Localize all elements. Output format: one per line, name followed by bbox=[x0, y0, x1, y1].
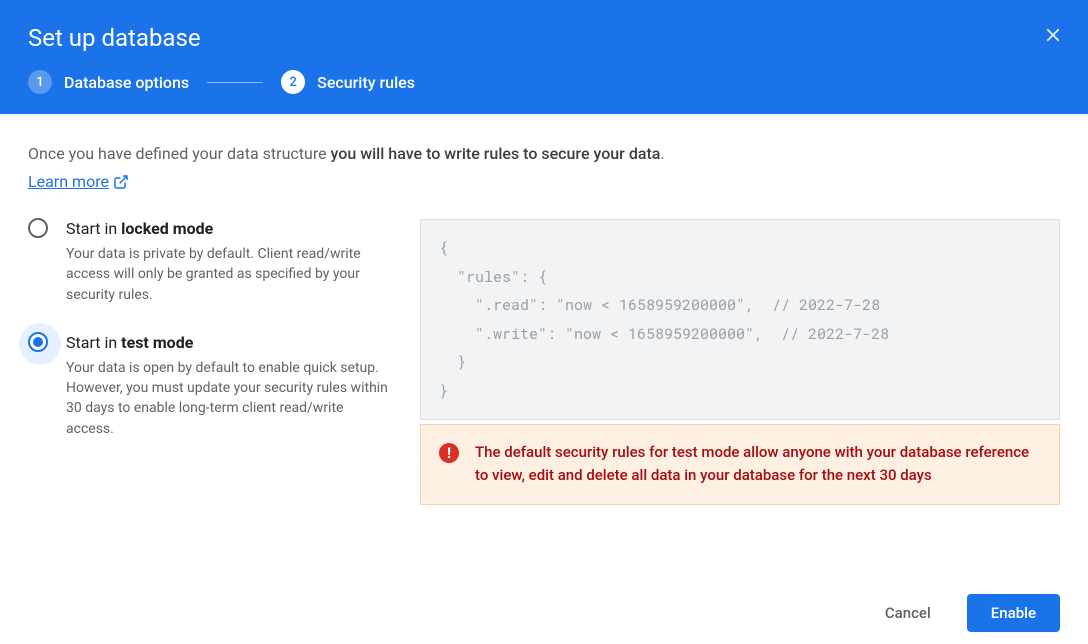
radio-wrap bbox=[28, 218, 52, 242]
option-title: Start in locked mode bbox=[66, 219, 388, 238]
title-prefix: Start in bbox=[66, 333, 121, 352]
option-title: Start in test mode bbox=[66, 333, 388, 352]
stepper: 1 Database options 2 Security rules bbox=[28, 70, 1060, 94]
option-text: Start in locked mode Your data is privat… bbox=[66, 219, 388, 305]
learn-more-link[interactable]: Learn more bbox=[28, 172, 129, 191]
warning-text: The default security rules for test mode… bbox=[475, 441, 1041, 488]
option-test-mode[interactable]: Start in test mode Your data is open by … bbox=[28, 333, 388, 439]
step-label: Security rules bbox=[317, 73, 415, 92]
learn-more-label: Learn more bbox=[28, 172, 109, 191]
title-bold: test mode bbox=[121, 333, 193, 352]
step-number: 1 bbox=[28, 70, 52, 94]
warning-icon: ! bbox=[439, 443, 459, 463]
close-button[interactable] bbox=[1042, 24, 1064, 50]
title-bold: locked mode bbox=[121, 219, 213, 238]
option-description: Your data is open by default to enable q… bbox=[66, 358, 388, 439]
step-connector bbox=[207, 82, 263, 83]
intro-text: Once you have defined your data structur… bbox=[28, 142, 1060, 166]
rules-code-preview: { "rules": { ".read": "now < 16589592000… bbox=[420, 219, 1060, 420]
radio-locked[interactable] bbox=[28, 218, 48, 238]
dialog-body: Once you have defined your data structur… bbox=[0, 114, 1088, 505]
title-prefix: Start in bbox=[66, 219, 121, 238]
intro-prefix: Once you have defined your data structur… bbox=[28, 144, 331, 163]
external-link-icon bbox=[113, 174, 129, 190]
enable-button[interactable]: Enable bbox=[967, 594, 1060, 632]
content-row: Start in locked mode Your data is privat… bbox=[28, 219, 1060, 505]
step-security-rules[interactable]: 2 Security rules bbox=[281, 70, 415, 94]
option-text: Start in test mode Your data is open by … bbox=[66, 333, 388, 439]
radio-wrap bbox=[28, 332, 52, 356]
intro-suffix: . bbox=[660, 144, 664, 163]
radio-dot-icon bbox=[33, 337, 43, 347]
option-description: Your data is private by default. Client … bbox=[66, 244, 388, 305]
step-number: 2 bbox=[281, 70, 305, 94]
options-column: Start in locked mode Your data is privat… bbox=[28, 219, 388, 505]
dialog-title: Set up database bbox=[28, 24, 1060, 52]
dialog-header: Set up database 1 Database options 2 Sec… bbox=[0, 0, 1088, 114]
step-database-options[interactable]: 1 Database options bbox=[28, 70, 189, 94]
close-icon bbox=[1042, 24, 1064, 46]
cancel-button[interactable]: Cancel bbox=[861, 594, 955, 632]
preview-column: { "rules": { ".read": "now < 16589592000… bbox=[420, 219, 1060, 505]
dialog-footer: Cancel Enable bbox=[0, 578, 1088, 644]
radio-test[interactable] bbox=[28, 332, 48, 352]
step-label: Database options bbox=[64, 73, 189, 92]
option-locked-mode[interactable]: Start in locked mode Your data is privat… bbox=[28, 219, 388, 305]
intro-bold: you will have to write rules to secure y… bbox=[331, 144, 661, 163]
warning-banner: ! The default security rules for test mo… bbox=[420, 424, 1060, 505]
